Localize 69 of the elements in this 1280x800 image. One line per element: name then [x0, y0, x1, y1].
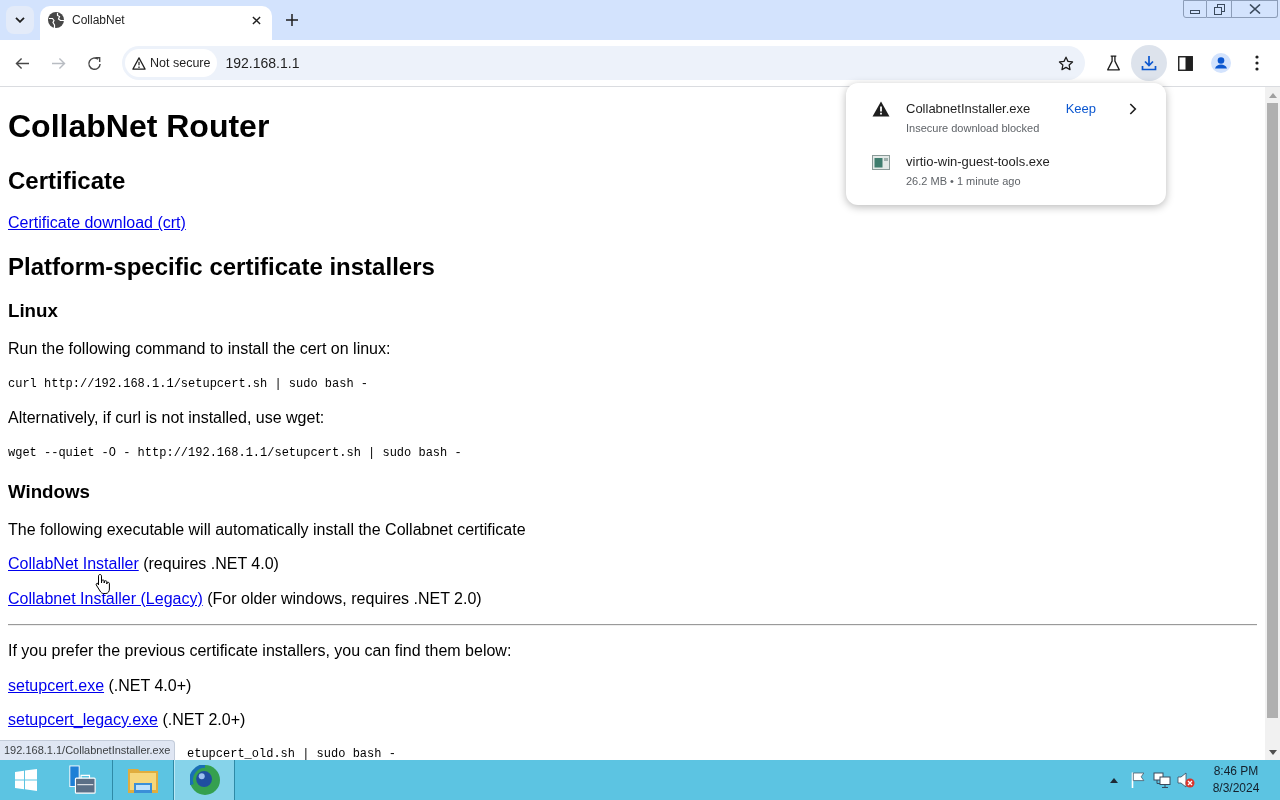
star-icon: [1058, 55, 1074, 71]
menu-icon: [1255, 55, 1259, 71]
flask-icon: [1105, 55, 1121, 71]
caret-up-icon[interactable]: [1110, 777, 1118, 783]
command-text: curl http://192.168.1.1/setupcert.sh | sudo bash -: [8, 375, 369, 393]
speaker-muted-icon[interactable]: [1177, 772, 1195, 788]
subsection-heading: Linux: [8, 300, 58, 322]
close-icon: [1248, 4, 1261, 14]
link-paragraph: setupcert.exe (.NET 4.0+): [8, 676, 192, 695]
paragraph: Run the following command to install the cert on linux:: [8, 340, 391, 359]
download-link[interactable]: setupcert_legacy.exe: [8, 710, 158, 728]
download-link[interactable]: Certificate download (crt): [8, 214, 186, 232]
close-window-button[interactable]: [1232, 0, 1278, 18]
download-icon: [1141, 55, 1157, 71]
restore-button[interactable]: [1207, 0, 1232, 18]
link-paragraph: Collabnet Installer (Legacy) (For older windows, requires .NET 2.0): [8, 589, 482, 609]
restore-icon: [1213, 3, 1225, 15]
warning-icon: [132, 56, 146, 70]
chevron-right-icon: [1129, 103, 1137, 115]
plus-icon: [286, 14, 298, 26]
subsection-heading: Windows: [8, 480, 90, 503]
section-heading: Platform-specific certificate installers: [8, 252, 435, 281]
command-text: etupcert_old.sh | sudo bash -: [187, 746, 396, 760]
sphere-icon: [189, 765, 220, 795]
section-heading: Certificate: [8, 166, 126, 195]
tab-search-button[interactable]: [6, 6, 34, 34]
download-status: 26.2 MB • 1 minute ago: [906, 174, 1021, 189]
download-filename[interactable]: virtio-win-guest-tools.exe: [906, 153, 1050, 171]
download-link[interactable]: Collabnet Installer (Legacy): [8, 589, 203, 607]
warning-icon: [872, 101, 890, 117]
folder-icon: [127, 766, 159, 794]
security-chip[interactable]: Not secure: [125, 49, 218, 77]
scrollbar-thumb[interactable]: [1267, 103, 1278, 718]
person-icon: [1211, 53, 1231, 73]
status-url: 192.168.1.1/CollabnetInstaller.exe: [0, 740, 176, 760]
download-link[interactable]: CollabNet Installer: [8, 555, 139, 573]
paragraph: Alternatively, if curl is not installed, use wget:: [8, 409, 325, 428]
link-paragraph: CollabNet Installer (requires .NET 4.0): [8, 555, 279, 574]
browser-tab[interactable]: CollabNet: [40, 6, 272, 40]
clock-date[interactable]: 8/3/2024: [1212, 780, 1260, 797]
page-title: CollabNet Router: [8, 108, 270, 146]
url-text: 192.168.1.1: [225, 53, 300, 73]
close-icon: [251, 15, 261, 25]
reload-icon: [86, 55, 102, 71]
download-status: Insecure download blocked: [906, 121, 1040, 136]
server-briefcase-icon: [67, 765, 97, 795]
chevron-down-icon: [15, 17, 25, 23]
downloads-button[interactable]: [1131, 45, 1167, 81]
minimize-button[interactable]: [1183, 0, 1207, 18]
download-link[interactable]: setupcert.exe: [8, 676, 105, 694]
globe-icon: [48, 12, 64, 28]
minimize-icon: [1190, 10, 1200, 14]
command-text: wget --quiet -O - http://192.168.1.1/setupcert.sh | sudo bash -: [8, 444, 462, 462]
browser-button[interactable]: [174, 760, 235, 800]
keep-button[interactable]: Keep: [1057, 100, 1104, 118]
flag-icon[interactable]: [1131, 772, 1145, 788]
paragraph: The following executable will automatically install the Collabnet certificate: [8, 520, 526, 540]
download-filename[interactable]: CollabnetInstaller.exe: [906, 100, 1031, 118]
network-icon[interactable]: [1153, 772, 1171, 788]
clock-time[interactable]: 8:46 PM: [1213, 763, 1259, 780]
file-icon: [872, 154, 890, 170]
link-paragraph: setupcert_legacy.exe (.NET 2.0+): [8, 710, 246, 730]
side-panel-icon: [1177, 55, 1193, 71]
address-bar[interactable]: Not secure 192.168.1.1: [122, 46, 1085, 80]
forward-arrow-icon: [50, 56, 66, 70]
scroll-down-arrow-icon[interactable]: [1268, 749, 1277, 755]
back-arrow-icon: [14, 56, 30, 70]
paragraph: If you prefer the previous certificate installers, you can find them below:: [8, 642, 512, 661]
windows-logo-icon: [15, 769, 37, 791]
